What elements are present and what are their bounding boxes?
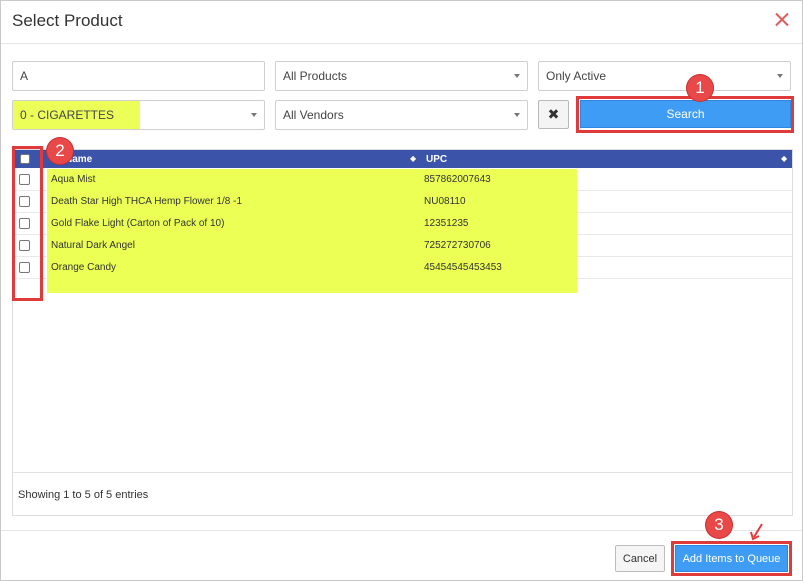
annotation-box-checkboxes: [12, 146, 43, 301]
table-info: Showing 1 to 5 of 5 entries: [18, 489, 149, 501]
annotation-badge-1: 1: [687, 75, 713, 101]
row-name: Gold Flake Light (Carton of Pack of 10): [51, 218, 225, 229]
row-upc: NU08110: [424, 196, 466, 207]
row-highlight: [47, 169, 577, 191]
row-name: Death Star High THCA Hemp Flower 1/8 -1: [51, 196, 243, 207]
table-row[interactable]: Orange Candy 45454545453453: [13, 257, 792, 279]
annotation-badge-3: 3: [706, 512, 732, 538]
table-row[interactable]: Death Star High THCA Hemp Flower 1/8 -1 …: [13, 191, 792, 213]
column-header-upc[interactable]: UPC: [426, 150, 447, 168]
table-info-bar: Showing 1 to 5 of 5 entries: [13, 472, 792, 515]
dialog-title: Select Product: [12, 11, 123, 30]
table-row[interactable]: Natural Dark Angel 725272730706: [13, 235, 792, 257]
arrow-icon: [750, 523, 763, 541]
table-row[interactable]: Gold Flake Light (Carton of Pack of 10) …: [13, 213, 792, 235]
row-upc: 725272730706: [424, 240, 491, 251]
row-highlight-tail: [47, 279, 577, 293]
annotation-box-add: [671, 541, 792, 576]
dialog-header: Select Product: [1, 1, 802, 44]
table-row[interactable]: Aqua Mist 857862007643: [13, 169, 792, 191]
row-upc: 857862007643: [424, 174, 491, 185]
category-value: 0 - CIGARETTES: [20, 108, 115, 122]
annotation-box-search: [576, 96, 794, 133]
category-select[interactable]: 0 - CIGARETTES: [12, 100, 265, 130]
product-type-select[interactable]: All Products: [275, 61, 528, 91]
status-value: Only Active: [546, 69, 607, 83]
sort-icon[interactable]: ◆: [781, 154, 787, 163]
vendor-value: All Vendors: [283, 108, 344, 122]
product-table: Name ◆ UPC ◆ Aqua Mist 857862007643 Deat…: [12, 149, 793, 516]
row-upc: 12351235: [424, 218, 469, 229]
row-upc: 45454545453453: [424, 262, 502, 273]
x-icon: ✖: [547, 106, 560, 122]
chevron-down-icon: [777, 74, 783, 78]
cancel-button[interactable]: Cancel: [615, 545, 665, 572]
chevron-down-icon: [251, 113, 257, 117]
row-name: Natural Dark Angel: [51, 240, 135, 251]
table-header: Name ◆ UPC ◆: [13, 150, 792, 168]
status-select[interactable]: Only Active: [538, 61, 791, 91]
annotation-badge-2: 2: [47, 138, 73, 164]
sort-icon[interactable]: ◆: [410, 154, 416, 163]
row-name: Aqua Mist: [51, 174, 96, 185]
search-input[interactable]: [20, 69, 264, 83]
row-name: Orange Candy: [51, 262, 117, 273]
chevron-down-icon: [514, 74, 520, 78]
vendor-select[interactable]: All Vendors: [275, 100, 528, 130]
clear-filters-button[interactable]: ✖: [538, 100, 569, 129]
select-product-dialog: Select Product All Products Only Active …: [0, 0, 803, 581]
search-input-wrapper[interactable]: [12, 61, 265, 91]
chevron-down-icon: [514, 113, 520, 117]
product-type-value: All Products: [283, 69, 348, 83]
close-icon[interactable]: [774, 11, 790, 27]
